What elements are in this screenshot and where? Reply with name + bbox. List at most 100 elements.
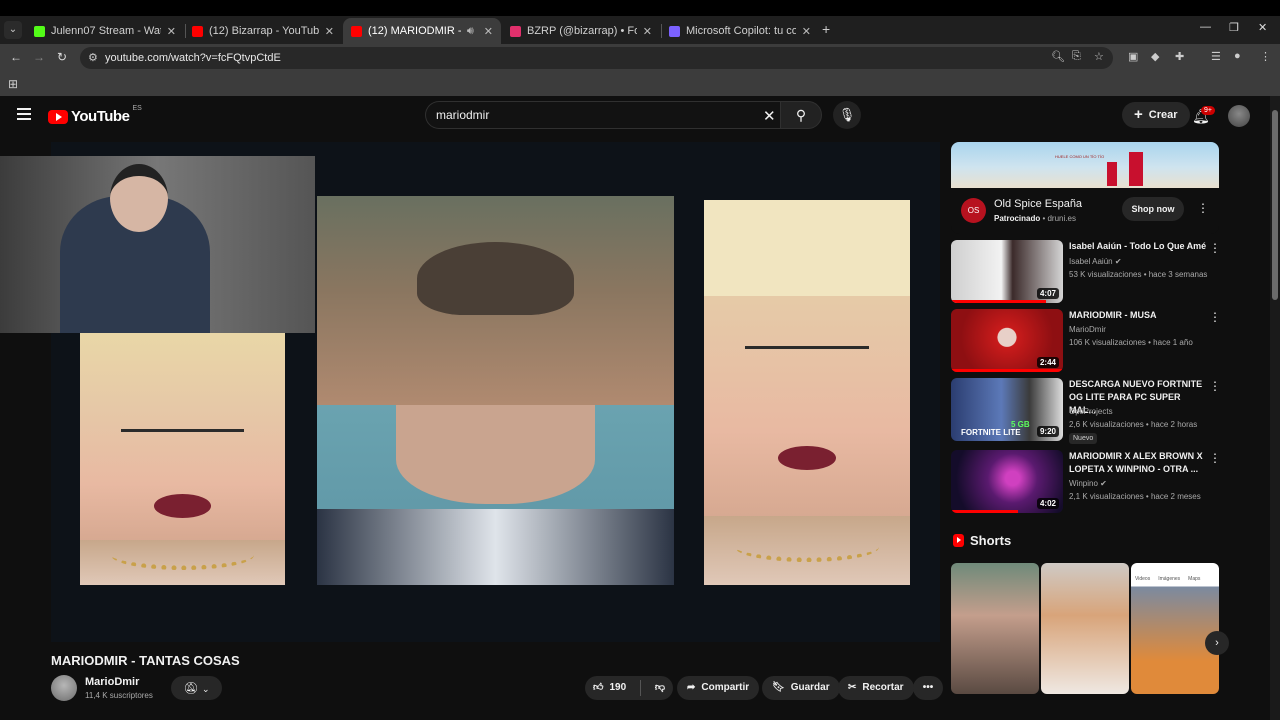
channel-name[interactable]: MarioDmir — [85, 676, 139, 688]
clear-search-icon[interactable]: ✕ — [763, 107, 776, 125]
short-thumb-label: Videos — [1135, 576, 1151, 582]
notifications-badge: 9+ — [1201, 106, 1215, 115]
bookmark-star-icon[interactable]: ☆ — [1094, 50, 1104, 63]
browser-menu-icon[interactable]: ⋮ — [1260, 50, 1271, 63]
speaker-icon[interactable]: 🔊︎ — [467, 25, 474, 38]
recommended-video[interactable]: 2:44 MARIODMIR - MUSA MarioDmir 106 K vi… — [951, 309, 1221, 373]
save-label: Guardar — [790, 682, 830, 693]
scrollbar-thumb[interactable] — [1272, 110, 1278, 300]
more-vertical-icon[interactable]: ⋮ — [1209, 241, 1221, 255]
watch-progress-bar — [951, 300, 1047, 303]
recommended-channel[interactable]: Winpino ✔ — [1069, 479, 1107, 488]
video-thumbnail[interactable]: 2:44 — [951, 309, 1063, 372]
profile-icon[interactable]: ● — [1234, 50, 1241, 62]
recommended-meta: 53 K visualizaciones • hace 3 semanas — [1069, 270, 1208, 279]
browser-tab[interactable]: (12) Bizarrap - YouTube ✕ — [184, 18, 342, 44]
like-count: 190 — [609, 682, 627, 693]
recommended-channel[interactable]: MarioDmir — [1069, 325, 1106, 334]
tab-strip: ⌄ Julenn07 Stream - Watch Live o ✕ (12) … — [0, 16, 1280, 44]
close-icon[interactable]: ✕ — [484, 25, 493, 38]
recommended-channel[interactable]: Isabel Aaiún ✔ — [1069, 257, 1122, 266]
more-actions-button[interactable]: ••• — [913, 676, 943, 700]
url-text[interactable]: youtube.com/watch?v=fcFQtvpCtdE — [105, 52, 281, 64]
extension-diamond-icon[interactable]: ◆ — [1151, 50, 1159, 63]
reload-icon[interactable]: ↻ — [57, 50, 67, 64]
more-vertical-icon[interactable]: ⋮ — [1209, 451, 1221, 465]
dislike-button[interactable]: 👎︎ — [647, 676, 673, 700]
close-icon[interactable]: ✕ — [643, 25, 652, 38]
like-button[interactable]: 👍︎ 190 — [585, 676, 634, 700]
video-thumbnail[interactable]: 4:07 — [951, 240, 1063, 303]
browser-tab[interactable]: BZRP (@bizarrap) • Fotos y vide ✕ — [502, 18, 660, 44]
menu-icon[interactable] — [17, 108, 31, 120]
youtube-header: YouTube ES ✕ ⚲ 🎙︎ + Crear 🔔︎ — [0, 96, 1270, 136]
youtube-play-icon — [48, 109, 68, 124]
tab-title: BZRP (@bizarrap) • Fotos y vide — [527, 25, 637, 37]
shop-now-button[interactable]: Shop now — [1122, 197, 1184, 221]
recommended-meta: 2,6 K visualizaciones • hace 2 horas — [1069, 420, 1198, 429]
more-vertical-icon[interactable]: ⋮ — [1197, 201, 1209, 215]
recommended-video[interactable]: 4:02 MARIODMIR X ALEX BROWN X LOPETA X W… — [951, 450, 1221, 514]
save-button[interactable]: 🔖︎ Guardar — [762, 676, 840, 700]
channel-label: Isabel Aaiún — [1069, 257, 1113, 266]
page-scrollbar[interactable] — [1270, 96, 1280, 720]
close-icon[interactable]: ✕ — [802, 25, 811, 38]
minimize-icon[interactable]: — — [1200, 21, 1211, 33]
advertiser-logo[interactable]: OS — [961, 198, 986, 223]
browser-tab[interactable]: Julenn07 Stream - Watch Live o ✕ — [26, 18, 184, 44]
recommended-video[interactable]: 4:07 Isabel Aaiún - Todo Lo Que Amé Isab… — [951, 240, 1221, 304]
zoom-icon[interactable]: 🔍︎ — [1051, 50, 1065, 63]
extensions-puzzle-icon[interactable]: ✚ — [1175, 50, 1184, 63]
tab-search-menu-icon[interactable]: ⌄ — [4, 21, 22, 39]
account-avatar[interactable] — [1228, 105, 1250, 127]
recommended-video[interactable]: 5 GB FORTNITE LITE 9:20 DESCARGA NUEVO F… — [951, 378, 1221, 444]
new-tab-button[interactable]: + — [822, 21, 830, 37]
channel-avatar[interactable] — [51, 675, 77, 701]
shorts-next-button[interactable]: › — [1205, 631, 1229, 655]
logo-text: YouTube — [71, 108, 130, 125]
more-vertical-icon[interactable]: ⋮ — [1209, 310, 1221, 324]
shorts-icon — [953, 534, 964, 547]
site-info-icon[interactable]: ⚙ — [88, 51, 98, 64]
recommended-title[interactable]: MARIODMIR - MUSA — [1069, 309, 1209, 322]
close-icon[interactable]: ✕ — [325, 25, 334, 38]
create-button[interactable]: + Crear — [1122, 102, 1190, 128]
back-arrow-icon[interactable]: ← — [10, 50, 22, 64]
share-button[interactable]: ➦ Compartir — [677, 676, 760, 700]
install-app-icon[interactable]: ⎘ — [1072, 50, 1081, 63]
apps-grid-icon[interactable]: ⊞ — [8, 77, 18, 91]
extension-icon[interactable]: ▣ — [1128, 50, 1138, 63]
ad-banner-image[interactable]: HUELE COMO UN TÍO TÍO — [951, 142, 1219, 188]
maximize-icon[interactable]: ❐ — [1229, 21, 1239, 34]
ad-meta: Patrocinado • druni.es — [994, 214, 1076, 223]
search-input[interactable] — [436, 108, 736, 122]
search-button[interactable]: ⚲ — [780, 101, 822, 129]
recommended-meta: 106 K visualizaciones • hace 1 año — [1069, 338, 1193, 347]
reading-list-icon[interactable]: ☰ — [1211, 50, 1221, 63]
browser-tab[interactable]: Microsoft Copilot: tu complem ✕ — [661, 18, 819, 44]
advertiser-name[interactable]: Old Spice España — [994, 198, 1082, 210]
clip-button[interactable]: ✂ Recortar — [838, 676, 914, 700]
recommended-channel[interactable]: OptiProjects — [1069, 407, 1113, 416]
video-thumbnail[interactable]: 5 GB FORTNITE LITE 9:20 — [951, 378, 1063, 441]
verified-check-icon: ✔ — [1100, 479, 1107, 488]
recommended-title[interactable]: MARIODMIR X ALEX BROWN X LOPETA X WINPIN… — [1069, 450, 1209, 476]
sponsored-ad-card[interactable]: HUELE COMO UN TÍO TÍO OS Old Spice Españ… — [951, 142, 1219, 234]
browser-tab-active[interactable]: (12) MARIODMIR - TANTAS 🔊︎ ✕ — [343, 18, 501, 44]
window-close-icon[interactable]: ✕ — [1258, 21, 1267, 34]
short-card[interactable]: Videos Imágenes Maps — [1131, 563, 1219, 694]
chevron-down-icon: ⌄ — [202, 684, 210, 694]
short-card[interactable] — [1041, 563, 1129, 694]
forward-arrow-icon[interactable]: → — [33, 50, 45, 64]
screen-top-edge — [0, 0, 1280, 16]
voice-search-button[interactable]: 🎙︎ — [833, 101, 861, 129]
close-icon[interactable]: ✕ — [167, 25, 176, 38]
subscription-notifications-button[interactable]: 🔕︎ ⌄ — [171, 676, 222, 700]
thumbs-up-icon: 👍︎ — [593, 682, 604, 693]
more-vertical-icon[interactable]: ⋮ — [1209, 379, 1221, 393]
address-bar[interactable]: ⚙ youtube.com/watch?v=fcFQtvpCtdE — [80, 47, 1113, 69]
recommended-title[interactable]: Isabel Aaiún - Todo Lo Que Amé — [1069, 240, 1209, 253]
video-thumbnail[interactable]: 4:02 — [951, 450, 1063, 513]
youtube-logo[interactable]: YouTube ES — [48, 105, 142, 125]
short-card[interactable] — [951, 563, 1039, 694]
